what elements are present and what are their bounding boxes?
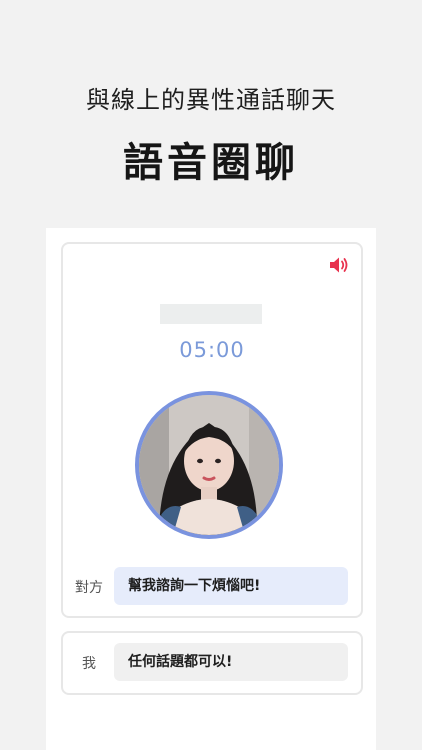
voice-call-card: 05:00 對方 幫我諮詢一下煩惱吧! [61, 242, 363, 618]
my-message-bubble: 任何話題都可以! [114, 643, 348, 681]
partner-avatar[interactable] [135, 391, 283, 539]
my-message-card: 我 任何話題都可以! [61, 631, 363, 695]
partner-label: 對方 [75, 580, 103, 596]
speaker-volume-icon[interactable] [328, 254, 350, 276]
phone-screen: 05:00 對方 幫我諮詢一下煩惱吧! 我 任何話題都可以! [46, 228, 376, 750]
partner-name-placeholder [160, 304, 262, 324]
call-timer: 05:00 [179, 338, 245, 362]
promo-title: 語音圈聊 [123, 140, 299, 186]
promo-subtitle: 與線上的異性通話聊天 [86, 86, 336, 114]
partner-message-bubble: 幫我諮詢一下煩惱吧! [114, 567, 348, 605]
my-label: 我 [82, 656, 96, 672]
partner-message-row: 對方 幫我諮詢一下煩惱吧! [63, 567, 361, 605]
